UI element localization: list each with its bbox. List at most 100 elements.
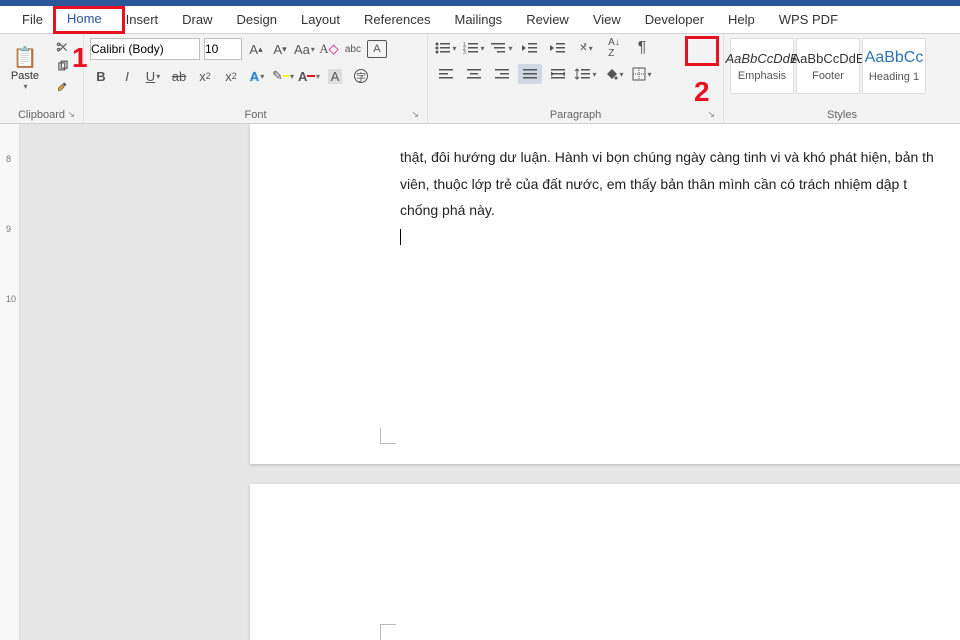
decrease-indent-button[interactable] xyxy=(518,38,542,58)
clipboard-icon: 📋 xyxy=(13,45,38,70)
group-paragraph: ▾ 123▾ ▾ ✕̂▾ A↓Z ¶ xyxy=(428,34,724,123)
tab-help[interactable]: Help xyxy=(716,7,767,32)
tab-draw[interactable]: Draw xyxy=(170,7,224,32)
style-heading-1[interactable]: AaBbCc Heading 1 xyxy=(862,38,926,94)
chevron-down-icon: ▾ xyxy=(23,82,27,91)
paint-bucket-icon xyxy=(604,67,618,81)
character-shading-button[interactable]: A xyxy=(324,66,346,86)
page-2[interactable] xyxy=(250,484,960,640)
change-case-button[interactable]: Aa▾ xyxy=(294,39,315,59)
text-line: thật, đôi hướng dư luận. Hành vi bọn chú… xyxy=(400,149,934,165)
font-name-combo[interactable] xyxy=(90,38,200,60)
format-painter-button[interactable] xyxy=(52,78,74,96)
subscript-button[interactable]: x2 xyxy=(194,66,216,86)
tab-home[interactable]: Home xyxy=(55,6,114,34)
dialog-launcher-icon[interactable]: ↘ xyxy=(707,109,715,120)
dialog-launcher-icon[interactable]: ↘ xyxy=(411,109,419,120)
ribbon: 📋 Paste ▾ Clipboard↘ xyxy=(0,34,960,124)
style-emphasis[interactable]: AaBbCcDdE Emphasis xyxy=(730,38,794,94)
page-1[interactable]: thật, đôi hướng dư luận. Hành vi bọn chú… xyxy=(250,124,960,464)
justify-icon xyxy=(523,68,537,80)
ruler-tick: 8 xyxy=(6,154,11,164)
align-left-button[interactable] xyxy=(434,64,458,84)
font-color-button[interactable]: A▾ xyxy=(298,66,320,86)
bullets-button[interactable]: ▾ xyxy=(434,38,458,58)
grow-font-button[interactable]: A▴ xyxy=(246,39,266,59)
dialog-launcher-icon[interactable]: ↘ xyxy=(67,109,75,120)
style-sample: AaBbCcDdE xyxy=(792,51,865,66)
distribute-icon xyxy=(551,68,565,80)
italic-button[interactable]: I xyxy=(116,66,138,86)
align-right-button[interactable] xyxy=(490,64,514,84)
font-size-combo[interactable] xyxy=(204,38,242,60)
paste-button[interactable]: 📋 Paste ▾ xyxy=(6,38,44,98)
group-clipboard-label: Clipboard↘ xyxy=(6,107,77,123)
sort-button[interactable]: A↓Z xyxy=(602,38,626,58)
line-spacing-icon xyxy=(575,67,591,81)
numbering-icon: 123 xyxy=(463,41,479,55)
ribbon-tabs: File Home Insert Draw Design Layout Refe… xyxy=(0,6,960,34)
copy-button[interactable] xyxy=(52,58,74,76)
text-line: viên, thuộc lớp trẻ của đất nước, em thấ… xyxy=(400,176,907,192)
underline-button[interactable]: U▾ xyxy=(142,66,164,86)
tab-references[interactable]: References xyxy=(352,7,442,32)
tab-layout[interactable]: Layout xyxy=(289,7,352,32)
style-name: Emphasis xyxy=(738,70,786,82)
asian-layout-button[interactable]: ✕̂▾ xyxy=(574,38,598,58)
line-spacing-button[interactable]: ▾ xyxy=(574,64,598,84)
enclose-characters-button[interactable]: 字 xyxy=(350,66,372,86)
document-body-text[interactable]: thật, đôi hướng dư luận. Hành vi bọn chú… xyxy=(400,144,960,250)
show-paragraph-marks-button[interactable]: ¶ xyxy=(630,38,654,58)
multilevel-list-button[interactable]: ▾ xyxy=(490,38,514,58)
align-center-button[interactable] xyxy=(462,64,486,84)
highlight-button[interactable]: ✎▾ xyxy=(272,66,294,86)
style-name: Footer xyxy=(812,70,844,82)
cut-button[interactable] xyxy=(52,38,74,56)
align-left-icon xyxy=(439,68,453,80)
align-center-icon xyxy=(467,68,481,80)
character-border-button[interactable]: A xyxy=(367,40,387,58)
margin-corner-icon xyxy=(380,624,396,640)
justify-button[interactable] xyxy=(518,64,542,84)
text-effects-button[interactable]: A▾ xyxy=(246,66,268,86)
strikethrough-button[interactable]: ab xyxy=(168,66,190,86)
tab-design[interactable]: Design xyxy=(225,7,289,32)
outdent-icon xyxy=(522,41,538,55)
style-name: Heading 1 xyxy=(869,71,919,83)
group-font-label: Font↘ xyxy=(90,107,421,123)
paste-label: Paste xyxy=(11,70,39,82)
group-paragraph-label: Paragraph↘ xyxy=(434,107,717,123)
group-styles-label: Styles xyxy=(730,107,954,123)
tab-review[interactable]: Review xyxy=(514,7,581,32)
numbering-button[interactable]: 123▾ xyxy=(462,38,486,58)
align-right-icon xyxy=(495,68,509,80)
borders-button[interactable]: ▾ xyxy=(630,64,654,84)
vertical-ruler[interactable]: 8 9 10 xyxy=(0,124,20,640)
tab-wps-pdf[interactable]: WPS PDF xyxy=(767,7,850,32)
style-sample: AaBbCcDdE xyxy=(726,51,799,66)
bullets-icon xyxy=(435,41,451,55)
copy-icon xyxy=(56,60,70,74)
tab-view[interactable]: View xyxy=(581,7,633,32)
clear-formatting-button[interactable]: A◇ xyxy=(319,39,339,59)
tab-developer[interactable]: Developer xyxy=(633,7,716,32)
bold-button[interactable]: B xyxy=(90,66,112,86)
page-scroll-area[interactable]: thật, đôi hướng dư luận. Hành vi bọn chú… xyxy=(20,124,960,640)
ruler-tick: 10 xyxy=(6,294,16,304)
tab-file[interactable]: File xyxy=(10,7,55,32)
margin-corner-icon xyxy=(380,428,396,444)
text-line: chống phá này. xyxy=(400,202,495,218)
increase-indent-button[interactable] xyxy=(546,38,570,58)
superscript-button[interactable]: x2 xyxy=(220,66,242,86)
multilevel-icon xyxy=(491,41,507,55)
scissors-icon xyxy=(56,40,70,54)
shading-button[interactable]: ▾ xyxy=(602,64,626,84)
borders-icon xyxy=(632,67,646,81)
phonetic-guide-button[interactable]: abc xyxy=(343,39,363,59)
tab-insert[interactable]: Insert xyxy=(114,7,171,32)
tab-mailings[interactable]: Mailings xyxy=(443,7,515,32)
group-clipboard: 📋 Paste ▾ Clipboard↘ xyxy=(0,34,84,123)
style-footer[interactable]: AaBbCcDdE Footer xyxy=(796,38,860,94)
distributed-button[interactable] xyxy=(546,64,570,84)
shrink-font-button[interactable]: A▾ xyxy=(270,39,290,59)
